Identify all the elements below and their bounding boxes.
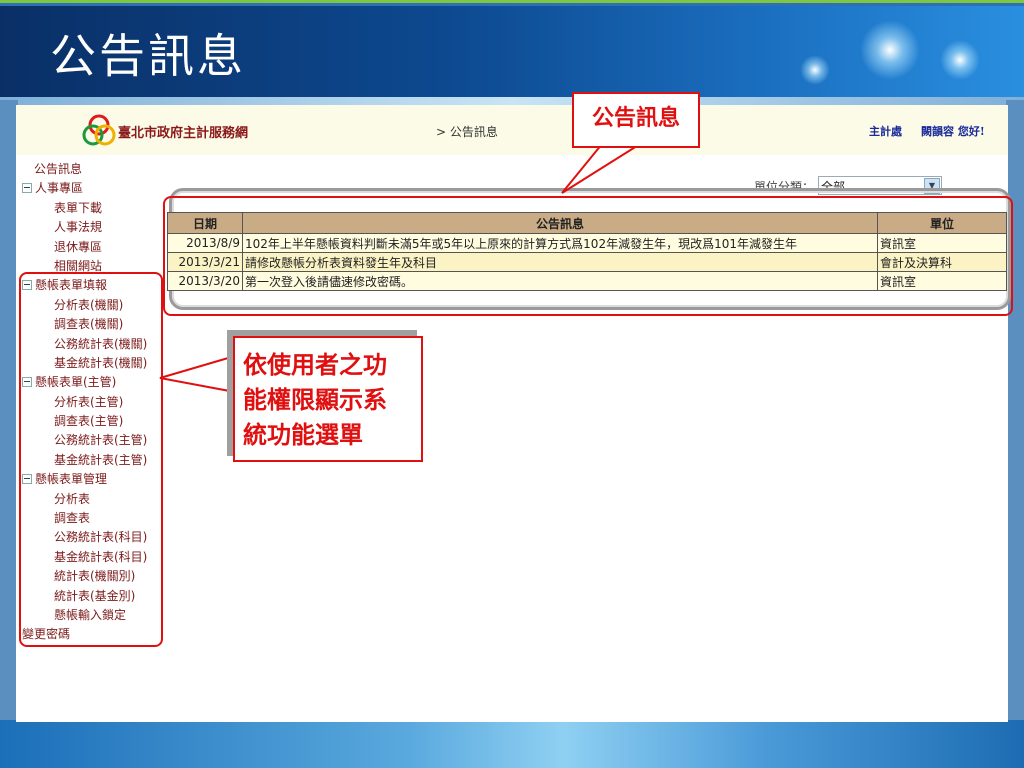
callout-line: 統功能選單 xyxy=(243,421,363,449)
callout-line: 能權限顯示系 xyxy=(243,386,387,414)
callout-line: 依使用者之功 xyxy=(243,351,387,379)
top-callout-pointer xyxy=(561,143,644,194)
left-callout-pointer xyxy=(159,354,236,394)
callout-pointers xyxy=(159,143,644,394)
callout-announcements: 公告訊息 xyxy=(572,92,700,148)
callout-menu-description: 依使用者之功 能權限顯示系 統功能選單 xyxy=(233,336,423,462)
